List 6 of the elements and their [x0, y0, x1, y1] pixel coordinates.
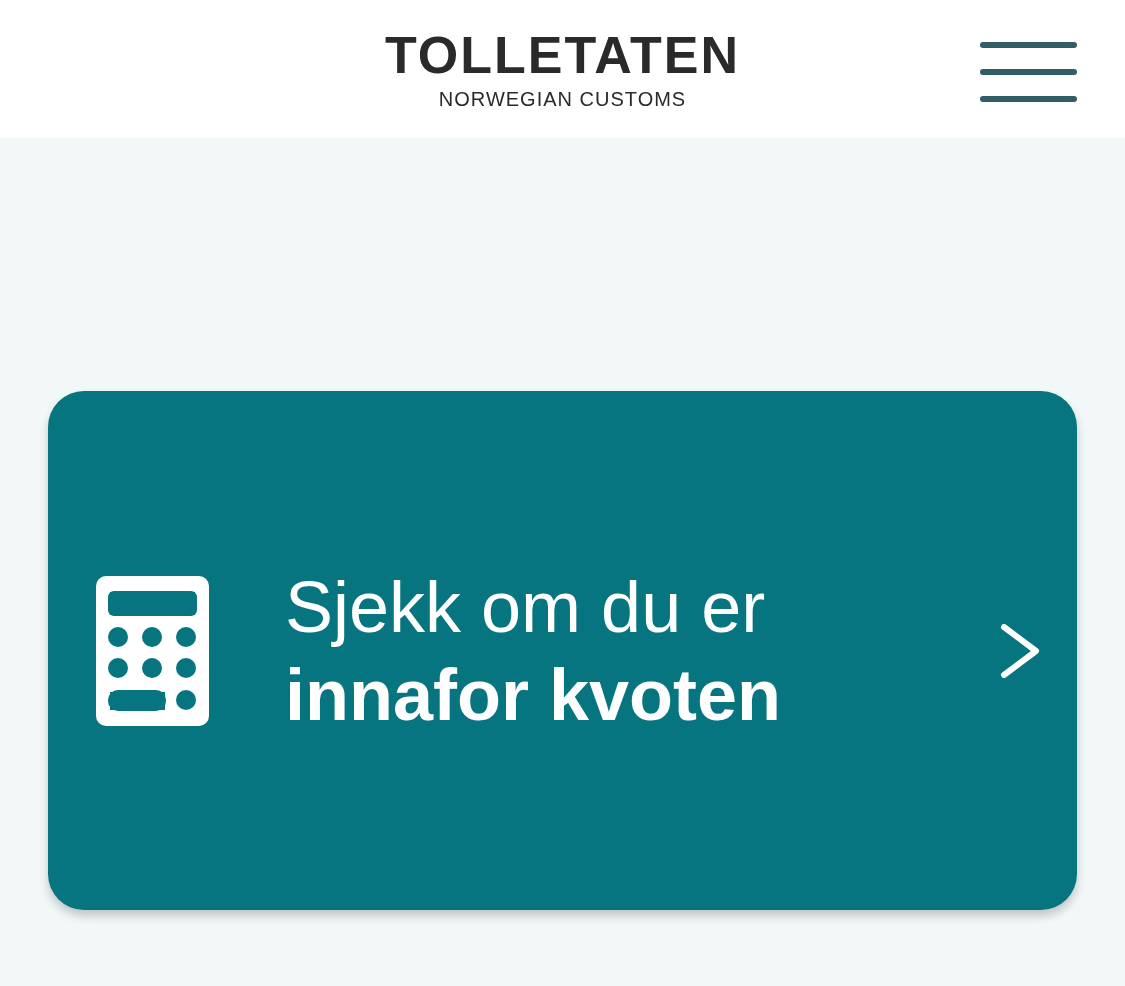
- menu-icon[interactable]: [980, 42, 1077, 102]
- calculator-icon: [96, 575, 209, 726]
- chevron-right-icon: [1000, 623, 1040, 678]
- logo-title: TOLLETATEN: [384, 28, 741, 82]
- quota-check-button[interactable]: Sjekk om du er innafor kvoten: [48, 391, 1077, 910]
- logo-subtitle: NORWEGIAN CUSTOMS: [438, 88, 687, 111]
